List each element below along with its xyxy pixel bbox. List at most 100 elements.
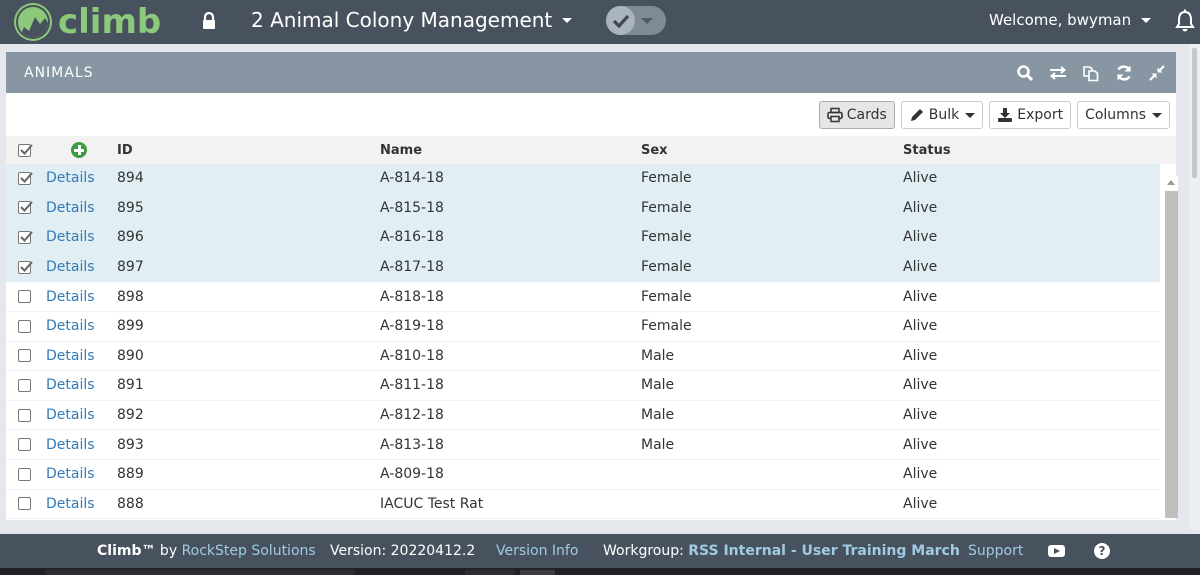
table-row[interactable]: Details 898 A-818-18 Female Alive [6, 282, 1160, 312]
table-row[interactable]: Details 895 A-815-18 Female Alive [6, 193, 1160, 224]
chevron-down-icon [1141, 17, 1152, 23]
check-toggle-dropdown[interactable] [606, 6, 666, 35]
page-scrollbar[interactable] [1190, 44, 1200, 530]
cell-name: A-815-18 [380, 199, 444, 216]
top-navbar: climb 2 Animal Colony Management Welcome… [0, 0, 1200, 44]
table-row[interactable]: Details 896 A-816-18 Female Alive [6, 223, 1160, 253]
cell-name: IACUC Test Rat [380, 495, 484, 512]
table-row[interactable]: Details 899 A-819-18 Female Alive [6, 312, 1160, 342]
details-link[interactable]: Details [46, 371, 95, 400]
details-link[interactable]: Details [46, 194, 95, 223]
help-icon[interactable]: ? [1094, 543, 1110, 559]
column-header-name[interactable]: Name [380, 136, 422, 164]
row-checkbox[interactable] [18, 230, 33, 244]
copy-icon[interactable] [1082, 64, 1100, 82]
chevron-down-icon [1152, 112, 1162, 118]
cell-id: 897 [117, 259, 144, 276]
cell-id: 891 [117, 377, 144, 394]
table-row[interactable]: Details 894 A-814-18 Female Alive [6, 164, 1160, 194]
scroll-up-icon[interactable] [1167, 180, 1175, 185]
grid-scrollbar-thumb[interactable] [1165, 191, 1178, 518]
row-checkbox[interactable] [18, 171, 33, 185]
brand-name: Climb™ [97, 543, 156, 559]
youtube-icon[interactable] [1048, 545, 1065, 557]
bulk-button[interactable]: Bulk [900, 101, 984, 129]
cell-sex: Male [641, 377, 675, 394]
row-checkbox[interactable] [18, 378, 31, 392]
cell-sex: Female [641, 288, 692, 305]
cell-sex: Male [641, 436, 675, 453]
cell-sex: Male [641, 407, 675, 424]
cell-sex: Female [641, 318, 692, 335]
table-row[interactable]: Details 888 IACUC Test Rat Alive [6, 490, 1160, 520]
details-link[interactable]: Details [46, 342, 95, 371]
row-checkbox[interactable] [18, 290, 31, 304]
panel-header: ANIMALS [6, 52, 1176, 93]
user-menu[interactable]: Welcome, bwyman [989, 11, 1152, 29]
details-link[interactable]: Details [46, 282, 95, 311]
refresh-icon[interactable] [1115, 64, 1133, 82]
cell-id: 898 [117, 288, 144, 305]
table-row[interactable]: Details 897 A-817-18 Female Alive [6, 252, 1160, 283]
table-row[interactable]: Details 893 A-813-18 Male Alive [6, 430, 1160, 460]
panel-title: ANIMALS [24, 64, 94, 81]
row-checkbox[interactable] [18, 201, 33, 215]
grid-scrollbar[interactable] [1164, 176, 1178, 518]
select-all-checkbox[interactable] [18, 143, 33, 157]
details-link[interactable]: Details [46, 312, 95, 341]
cell-sex: Female [641, 199, 692, 216]
row-checkbox[interactable] [18, 497, 31, 511]
taskbar-item[interactable] [465, 570, 515, 575]
row-checkbox[interactable] [18, 349, 31, 363]
table-row[interactable]: Details 890 A-810-18 Male Alive [6, 342, 1160, 372]
bell-icon[interactable] [1174, 9, 1196, 33]
taskbar-item[interactable] [520, 570, 555, 575]
table-row[interactable]: Details 891 A-811-18 Male Alive [6, 371, 1160, 401]
climb-logo[interactable]: climb [16, 2, 161, 42]
column-header-status[interactable]: Status [903, 136, 951, 164]
row-checkbox[interactable] [18, 260, 33, 274]
details-link[interactable]: Details [46, 164, 95, 193]
version-info-link[interactable]: Version Info [496, 534, 578, 568]
cell-status: Alive [903, 229, 938, 246]
app-selector[interactable]: 2 Animal Colony Management [251, 8, 573, 32]
columns-button[interactable]: Columns [1077, 101, 1170, 129]
chevron-down-icon [965, 112, 976, 118]
column-header-id[interactable]: ID [117, 136, 133, 164]
row-checkbox[interactable] [18, 408, 31, 422]
cards-button[interactable]: Cards [818, 101, 895, 129]
details-link[interactable]: Details [46, 460, 95, 489]
page-scrollbar-thumb[interactable] [1192, 48, 1197, 178]
animals-panel: ANIMALS Cards Bulk Export Columns ID Nam… [6, 52, 1178, 520]
footer-brand: Climb™ by RockStep Solutions [97, 534, 316, 568]
details-link[interactable]: Details [46, 490, 95, 519]
cell-status: Alive [903, 407, 938, 424]
pencil-icon [909, 107, 925, 123]
details-link[interactable]: Details [46, 223, 95, 252]
grid-toolbar: Cards Bulk Export Columns [818, 101, 1170, 129]
export-button[interactable]: Export [989, 101, 1072, 129]
details-link[interactable]: Details [46, 253, 95, 282]
cell-status: Alive [903, 466, 938, 483]
swap-icon[interactable] [1049, 64, 1067, 82]
columns-label: Columns [1085, 107, 1146, 123]
add-animal-icon[interactable] [71, 142, 87, 158]
row-checkbox[interactable] [18, 438, 31, 452]
chevron-down-icon [641, 17, 653, 24]
row-checkbox[interactable] [18, 467, 31, 481]
company-link[interactable]: RockStep Solutions [182, 543, 316, 559]
cell-status: Alive [903, 347, 938, 364]
search-icon[interactable] [1016, 64, 1034, 82]
cell-status: Alive [903, 377, 938, 394]
support-link[interactable]: Support [968, 534, 1023, 568]
row-checkbox[interactable] [18, 319, 31, 333]
table-row[interactable]: Details 889 A-809-18 Alive [6, 460, 1160, 490]
details-link[interactable]: Details [46, 430, 95, 459]
export-label: Export [1017, 107, 1064, 123]
collapse-icon[interactable] [1148, 64, 1166, 82]
panel-tools [1016, 64, 1166, 82]
taskbar-item[interactable] [45, 570, 355, 575]
details-link[interactable]: Details [46, 401, 95, 430]
column-header-sex[interactable]: Sex [641, 136, 668, 164]
table-row[interactable]: Details 892 A-812-18 Male Alive [6, 401, 1160, 431]
